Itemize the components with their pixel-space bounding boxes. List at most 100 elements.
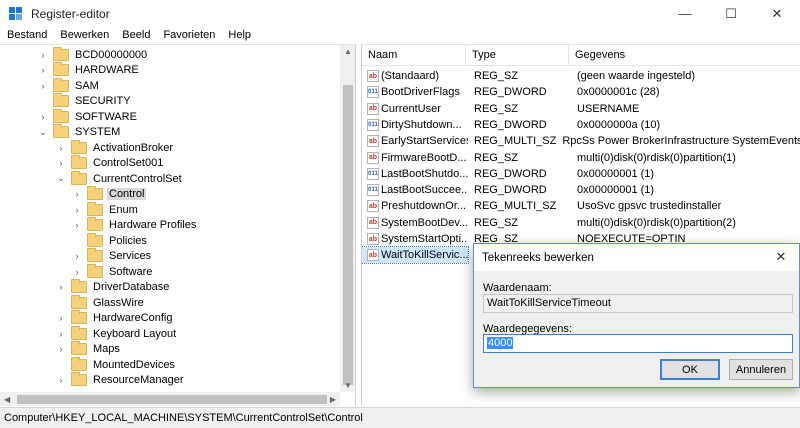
tree-horizontal-scroll-thumb[interactable] bbox=[17, 395, 327, 404]
tree-item[interactable]: › ControlSet001 bbox=[56, 155, 165, 172]
scroll-left-icon[interactable]: ◀ bbox=[4, 395, 10, 404]
tree-item-label: ControlSet001 bbox=[93, 157, 164, 170]
value-name-cell[interactable]: ab CurrentUser bbox=[362, 101, 468, 117]
registry-tree-pane: › BCD00000000 › HARDWARE › SAM SECURITY › SOFTWA… bbox=[0, 44, 356, 406]
cancel-button[interactable]: Annuleren bbox=[729, 359, 793, 380]
tree-item[interactable]: ⌄ SYSTEM bbox=[38, 124, 122, 141]
tree-item[interactable]: Policies bbox=[72, 232, 149, 249]
table-row[interactable]: 011 DirtyShutdown... REG_DWORD 0x0000000a (… bbox=[362, 117, 800, 133]
chevron-right-icon[interactable]: › bbox=[72, 189, 82, 199]
close-button[interactable]: ✕ bbox=[754, 0, 800, 27]
table-row[interactable]: ab SystemBootDev... REG_SZ multi(0)disk(0)r… bbox=[362, 215, 800, 231]
folder-icon bbox=[87, 248, 103, 263]
value-type: REG_DWORD bbox=[474, 167, 547, 180]
minimize-button[interactable]: — bbox=[662, 0, 708, 27]
value-data-input[interactable]: 4000 bbox=[483, 334, 793, 353]
value-name-cell[interactable]: ab PreshutdownOr... bbox=[362, 198, 468, 214]
table-row[interactable]: ab PreshutdownOr... REG_MULTI_SZ UsoSvc gps… bbox=[362, 198, 800, 214]
value-name-cell[interactable]: 011 LastBootShutdo... bbox=[362, 166, 468, 182]
value-name-cell[interactable]: ab FirmwareBootD... bbox=[362, 150, 468, 166]
chevron-right-icon[interactable]: › bbox=[72, 251, 82, 261]
chevron-right-icon[interactable]: › bbox=[56, 158, 66, 168]
binary-value-icon: 011 bbox=[367, 118, 379, 131]
chevron-right-icon[interactable]: › bbox=[56, 329, 66, 339]
folder-icon bbox=[71, 356, 87, 371]
scroll-down-icon[interactable]: ▼ bbox=[344, 381, 352, 390]
folder-icon bbox=[71, 310, 87, 325]
scroll-up-icon[interactable]: ▲ bbox=[344, 47, 352, 56]
tree-vertical-scroll-thumb[interactable] bbox=[343, 85, 353, 385]
chevron-right-icon[interactable]: › bbox=[38, 50, 48, 60]
tree-item[interactable]: › Enum bbox=[72, 201, 140, 218]
table-row[interactable]: 011 LastBootShutdo... REG_DWORD 0x00000001 … bbox=[362, 166, 800, 182]
chevron-right-icon[interactable]: › bbox=[56, 344, 66, 354]
tree-item[interactable]: › SAM bbox=[38, 77, 101, 94]
tree-item[interactable]: › HARDWARE bbox=[38, 62, 141, 79]
tree-item[interactable]: › Control bbox=[72, 186, 147, 203]
tree-item[interactable]: › Services bbox=[72, 248, 153, 265]
scroll-right-icon[interactable]: ▶ bbox=[330, 395, 336, 404]
chevron-right-icon[interactable]: › bbox=[38, 65, 48, 75]
ok-button[interactable]: OK bbox=[660, 359, 720, 380]
table-row[interactable]: ab CurrentUser REG_SZ USERNAME bbox=[362, 101, 800, 117]
chevron-right-icon[interactable]: › bbox=[56, 282, 66, 292]
tree-item[interactable]: › Maps bbox=[56, 341, 122, 358]
chevron-right-icon[interactable]: › bbox=[56, 313, 66, 323]
table-row[interactable]: 011 LastBootSuccee... REG_DWORD 0x00000001 … bbox=[362, 182, 800, 198]
tree-item[interactable]: › SOFTWARE bbox=[38, 108, 139, 125]
value-name-cell[interactable]: ab (Standaard) bbox=[362, 68, 468, 84]
value-name-cell[interactable]: 011 DirtyShutdown... bbox=[362, 117, 468, 133]
value-name-cell[interactable]: ab SystemStartOpti... bbox=[362, 231, 468, 247]
tree-item-label: Services bbox=[109, 250, 152, 263]
tree-item[interactable]: › DriverDatabase bbox=[56, 279, 171, 296]
chevron-right-icon[interactable]: › bbox=[72, 267, 82, 277]
menu-beeld[interactable]: Beeld bbox=[115, 29, 156, 41]
tree-item[interactable]: MountedDevices bbox=[56, 356, 177, 373]
column-header-type[interactable]: Type bbox=[466, 45, 569, 66]
value-name-cell[interactable]: ab WaitToKillServic... bbox=[362, 246, 469, 265]
tree-horizontal-scrollbar[interactable]: ◀ ▶ bbox=[0, 392, 340, 406]
column-header-gegevens[interactable]: Gegevens bbox=[569, 45, 800, 66]
value-data: multi(0)disk(0)rdisk(0)partition(2) bbox=[577, 216, 736, 229]
value-name: WaitToKillServic... bbox=[380, 249, 468, 262]
chevron-right-icon[interactable]: › bbox=[38, 81, 48, 91]
table-row[interactable]: ab FirmwareBootD... REG_SZ multi(0)disk(0)r… bbox=[362, 150, 800, 166]
table-row[interactable]: ab EarlyStartServices REG_MULTI_SZ RpcSs Po… bbox=[362, 133, 800, 149]
value-name-cell[interactable]: 011 LastBootSuccee... bbox=[362, 182, 468, 198]
tree-item[interactable]: › Hardware Profiles bbox=[72, 217, 198, 234]
value-type: REG_MULTI_SZ bbox=[474, 135, 557, 148]
tree-item[interactable]: GlassWire bbox=[56, 294, 146, 311]
chevron-right-icon[interactable]: › bbox=[56, 143, 66, 153]
tree-item[interactable]: › ResourceManager bbox=[56, 372, 186, 389]
tree-item[interactable]: › Software bbox=[72, 263, 154, 280]
dialog-title-bar: Tekenreeks bewerken ✕ bbox=[474, 244, 799, 271]
menu-help[interactable]: Help bbox=[221, 29, 257, 41]
menu-favorieten[interactable]: Favorieten bbox=[156, 29, 221, 41]
maximize-button[interactable]: ☐ bbox=[708, 0, 754, 27]
tree-item[interactable]: › ActivationBroker bbox=[56, 139, 175, 156]
value-name-cell[interactable]: ab EarlyStartServices bbox=[362, 133, 468, 149]
tree-item-label: SECURITY bbox=[75, 95, 131, 108]
menu-bewerken[interactable]: Bewerken bbox=[53, 29, 115, 41]
tree-item[interactable]: › Keyboard Layout bbox=[56, 325, 178, 342]
value-name-cell[interactable]: 011 BootDriverFlags bbox=[362, 84, 468, 100]
folder-icon bbox=[71, 170, 87, 185]
chevron-right-icon[interactable]: › bbox=[38, 112, 48, 122]
tree-item[interactable]: SECURITY bbox=[38, 93, 133, 110]
column-header-naam[interactable]: Naam bbox=[362, 45, 466, 66]
chevron-right-icon[interactable]: › bbox=[56, 375, 66, 385]
chevron-right-icon[interactable]: › bbox=[72, 205, 82, 215]
chevron-down-icon[interactable]: ⌄ bbox=[38, 127, 48, 137]
tree-vertical-scrollbar[interactable]: ▲ ▼ bbox=[340, 45, 355, 392]
table-row[interactable]: ab (Standaard) REG_SZ (geen waarde ingestel… bbox=[362, 68, 800, 84]
tree-item[interactable]: › BCD00000000 bbox=[38, 46, 149, 63]
chevron-right-icon[interactable]: › bbox=[72, 220, 82, 230]
chevron-down-icon[interactable]: ⌄ bbox=[56, 173, 66, 184]
table-row[interactable]: 011 BootDriverFlags REG_DWORD 0x0000001c (2… bbox=[362, 84, 800, 100]
dialog-close-button[interactable]: ✕ bbox=[767, 246, 795, 268]
value-type: REG_MULTI_SZ bbox=[474, 200, 557, 213]
tree-item[interactable]: ⌄ CurrentControlSet bbox=[56, 170, 184, 187]
menu-bestand[interactable]: Bestand bbox=[0, 29, 53, 41]
value-name-cell[interactable]: ab SystemBootDev... bbox=[362, 215, 468, 231]
tree-item[interactable]: › HardwareConfig bbox=[56, 310, 174, 327]
